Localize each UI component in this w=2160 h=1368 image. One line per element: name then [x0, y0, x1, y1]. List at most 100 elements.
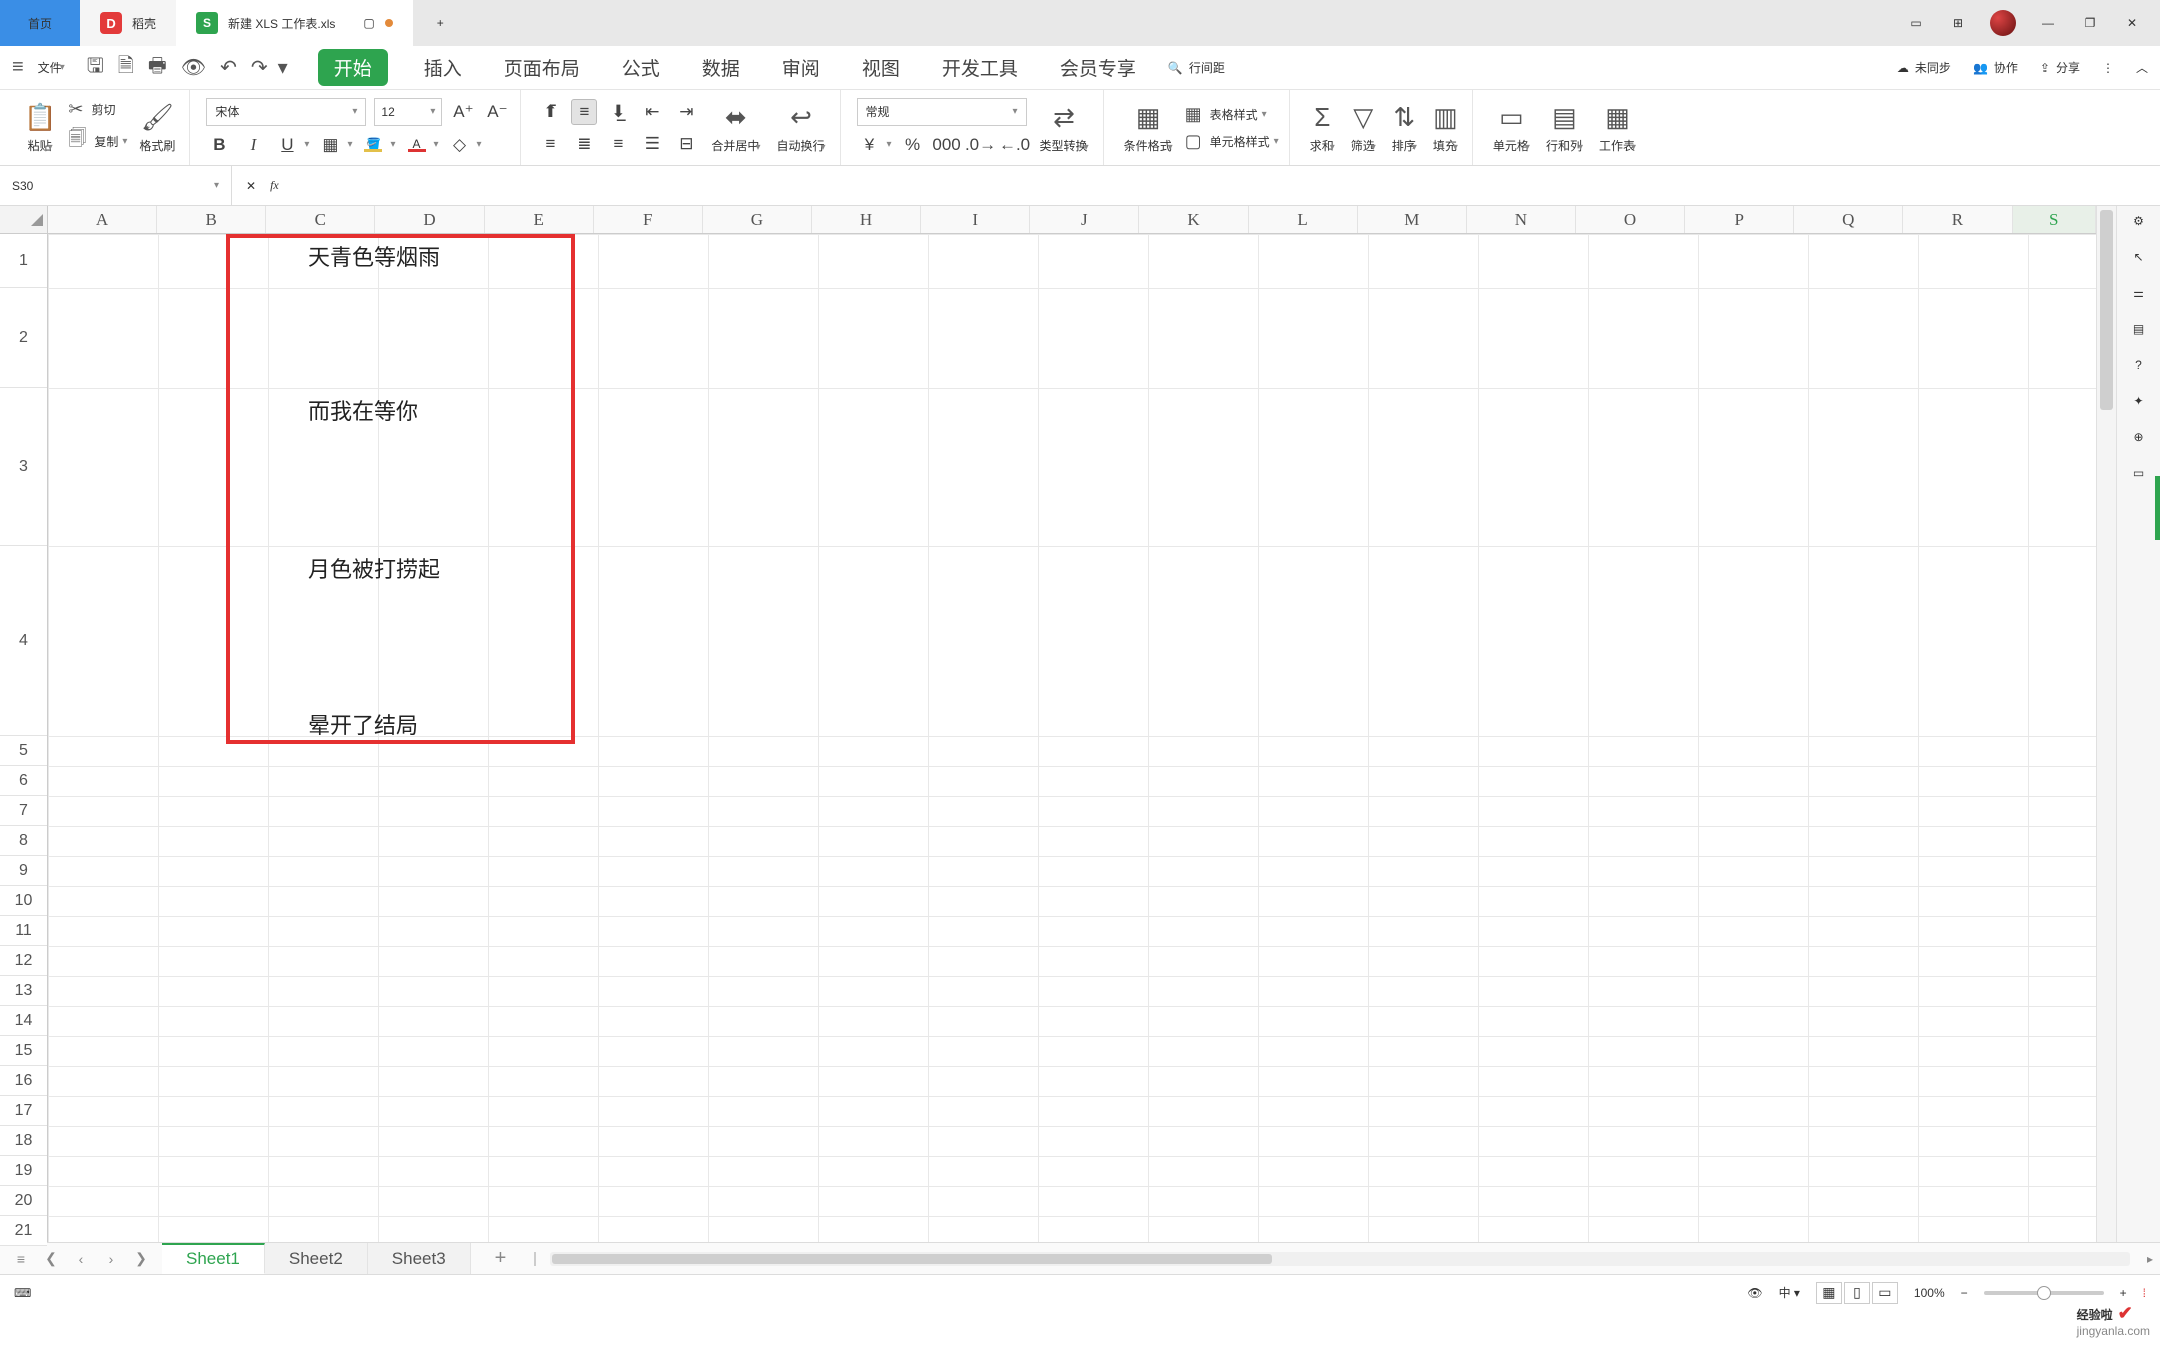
zoom-slider[interactable] — [1984, 1291, 2104, 1295]
border-button[interactable]: ▦ — [317, 132, 343, 158]
book-icon[interactable]: ▭ — [2133, 466, 2144, 480]
col-header-K[interactable]: K — [1139, 206, 1248, 233]
zoom-value[interactable]: 100% — [1914, 1286, 1945, 1300]
column-headers[interactable]: ABCDEFGHIJKLMNOPQRS — [48, 206, 2096, 234]
sheet-prev-icon[interactable]: ‹ — [68, 1246, 94, 1272]
distribute-icon[interactable]: ⊟ — [673, 131, 699, 157]
rows-cols-button[interactable]: ▤行和列▾ — [1542, 102, 1587, 154]
settings-slider-icon[interactable]: ⚌ — [2133, 286, 2144, 300]
col-header-O[interactable]: O — [1576, 206, 1685, 233]
hscroll-right-icon[interactable]: ▸ — [2140, 1252, 2160, 1266]
help-icon[interactable]: ? — [2135, 358, 2142, 372]
split-grip[interactable] — [530, 1248, 540, 1270]
row-header-9[interactable]: 9 — [0, 856, 47, 886]
font-size-select[interactable]: 12▾ — [374, 98, 442, 126]
eye-icon[interactable]: 👁 — [1747, 1286, 1762, 1300]
tab-add[interactable]: + — [413, 0, 468, 46]
worksheet-button[interactable]: ▦工作表▾ — [1595, 102, 1640, 154]
row-header-4[interactable]: 4 — [0, 546, 47, 736]
more-panel-icon[interactable]: ⊕ — [2133, 430, 2143, 444]
vertical-scrollbar[interactable] — [2096, 206, 2116, 1242]
ribbon-tab-7[interactable]: 开发工具 — [936, 50, 1024, 85]
row-header-18[interactable]: 18 — [0, 1126, 47, 1156]
sum-button[interactable]: Σ求和▾ — [1306, 102, 1339, 154]
align-right-icon[interactable]: ≡ — [605, 131, 631, 157]
row-header-1[interactable]: 1 — [0, 234, 47, 288]
qat-more-icon[interactable]: ▾ — [278, 55, 288, 80]
col-header-H[interactable]: H — [812, 206, 921, 233]
tab-menu-icon[interactable]: ▢ — [363, 16, 374, 30]
col-header-D[interactable]: D — [375, 206, 484, 233]
col-header-R[interactable]: R — [1903, 206, 2012, 233]
sheet-next-icon[interactable]: › — [98, 1246, 124, 1272]
justify-icon[interactable]: ☰ — [639, 131, 665, 157]
col-header-F[interactable]: F — [594, 206, 703, 233]
sheet-tab-Sheet3[interactable]: Sheet3 — [368, 1243, 471, 1274]
col-header-L[interactable]: L — [1249, 206, 1358, 233]
format-painter-button[interactable]: 🖌格式刷 — [135, 102, 179, 154]
row-header-17[interactable]: 17 — [0, 1096, 47, 1126]
menu-more-icon[interactable]: ⋮ — [2102, 61, 2114, 75]
search-box[interactable]: 🔍 行间距 — [1168, 59, 1225, 76]
select-icon[interactable]: ↖ — [2133, 250, 2143, 264]
row-header-3[interactable]: 3 — [0, 388, 47, 546]
col-header-Q[interactable]: Q — [1794, 206, 1903, 233]
ribbon-collapse-icon[interactable]: ︿ — [2136, 59, 2148, 76]
cancel-fx-icon[interactable]: ✕ — [246, 179, 256, 193]
row-header-10[interactable]: 10 — [0, 886, 47, 916]
select-all-corner[interactable] — [0, 206, 47, 234]
file-menu[interactable]: 文件▾ — [38, 59, 65, 76]
row-header-13[interactable]: 13 — [0, 976, 47, 1006]
sort-button[interactable]: ⇅排序▾ — [1388, 102, 1421, 154]
sheet-tab-Sheet2[interactable]: Sheet2 — [265, 1243, 368, 1274]
name-box[interactable]: S30▾ — [0, 166, 232, 205]
currency-icon[interactable]: ¥ — [857, 132, 883, 158]
row-header-5[interactable]: 5 — [0, 736, 47, 766]
col-header-S[interactable]: S — [2013, 206, 2096, 233]
user-avatar[interactable] — [1990, 10, 2016, 36]
number-format-select[interactable]: 常规▾ — [857, 98, 1027, 126]
col-header-N[interactable]: N — [1467, 206, 1576, 233]
clear-format-button[interactable]: ◇ — [447, 132, 473, 158]
sheet-add-button[interactable]: + — [471, 1243, 531, 1274]
underline-button[interactable]: U — [274, 132, 300, 158]
paste-button[interactable]: 📋粘贴▾ — [20, 102, 60, 154]
cell-area[interactable]: 天青色等烟雨而我在等你月色被打捞起晕开了结局 — [48, 234, 2096, 1242]
cut-button[interactable]: ✂剪切 — [68, 99, 127, 120]
type-convert-button[interactable]: ⇄类型转换▾ — [1036, 102, 1093, 154]
save-as-icon[interactable]: 🗎 — [118, 51, 134, 85]
row-header-15[interactable]: 15 — [0, 1036, 47, 1066]
row-header-19[interactable]: 19 — [0, 1156, 47, 1186]
tab-doke[interactable]: D 稻壳 — [80, 0, 176, 46]
font-family-select[interactable]: 宋体▾ — [206, 98, 366, 126]
print-icon[interactable]: 🖶 — [148, 51, 167, 85]
indent-increase-icon[interactable]: ⇥ — [673, 99, 699, 125]
row-header-11[interactable]: 11 — [0, 916, 47, 946]
window-restore-icon[interactable]: ❐ — [2080, 13, 2100, 33]
col-header-M[interactable]: M — [1358, 206, 1467, 233]
tab-home[interactable]: 首页 — [0, 0, 80, 46]
align-top-icon[interactable]: ⬆̄ — [537, 99, 563, 125]
italic-button[interactable]: I — [240, 132, 266, 158]
align-bottom-icon[interactable]: ⬇̲ — [605, 99, 631, 125]
row-header-6[interactable]: 6 — [0, 766, 47, 796]
row-header-7[interactable]: 7 — [0, 796, 47, 826]
sheet-tab-Sheet1[interactable]: Sheet1 — [162, 1243, 265, 1274]
increase-decimal-icon[interactable]: .0→ — [968, 132, 994, 158]
thousands-icon[interactable]: 000 — [934, 132, 960, 158]
row-header-20[interactable]: 20 — [0, 1186, 47, 1216]
col-header-P[interactable]: P — [1685, 206, 1794, 233]
zoom-out-icon[interactable]: − — [1961, 1286, 1968, 1300]
assistant-icon[interactable]: ⚙ — [2133, 214, 2144, 228]
status-mode-icon[interactable]: ⌨ — [14, 1286, 31, 1300]
status-more-icon[interactable]: ⁞ — [2143, 1286, 2146, 1300]
row-header-2[interactable]: 2 — [0, 288, 47, 388]
font-color-button[interactable]: A — [404, 132, 430, 158]
col-header-A[interactable]: A — [48, 206, 157, 233]
template-icon[interactable]: ✦ — [2133, 394, 2143, 408]
increase-font-icon[interactable]: A⁺ — [450, 99, 476, 125]
apps-icon[interactable]: ⊞ — [1948, 13, 1968, 33]
indent-decrease-icon[interactable]: ⇤ — [639, 99, 665, 125]
conditional-format-button[interactable]: ▦条件格式▾ — [1120, 102, 1177, 154]
view-break-icon[interactable]: ▭ — [1872, 1282, 1898, 1304]
